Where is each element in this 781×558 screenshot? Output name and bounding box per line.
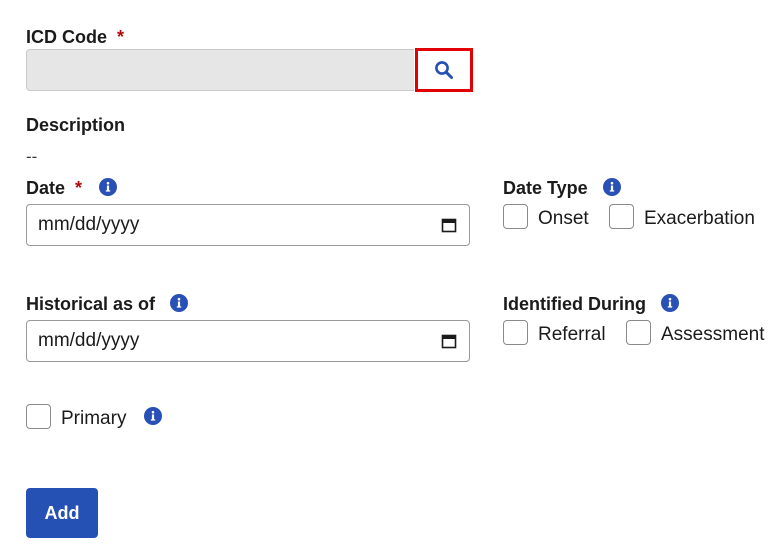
required-marker: * — [75, 178, 83, 198]
calendar-icon[interactable] — [441, 333, 457, 349]
exacerbation-label: Exacerbation — [644, 208, 755, 229]
onset-label: Onset — [538, 208, 589, 229]
required-marker: * — [117, 27, 125, 47]
exacerbation-checkbox[interactable] — [609, 204, 634, 229]
onset-checkbox[interactable] — [503, 204, 528, 229]
date-placeholder: mm/dd/yyyy — [38, 214, 140, 235]
referral-label: Referral — [538, 324, 606, 345]
search-icon — [435, 61, 453, 79]
assessment-checkbox[interactable] — [626, 320, 651, 345]
description-value: -- — [26, 147, 38, 166]
info-icon[interactable] — [144, 407, 162, 425]
identified-during-label: Identified During — [503, 294, 680, 315]
info-icon[interactable] — [99, 178, 118, 197]
primary-label: Primary — [61, 408, 127, 429]
historical-label: Historical as of — [26, 294, 189, 315]
identified-during-label-text: Identified During — [503, 294, 646, 314]
date-type-label: Date Type — [503, 178, 621, 199]
calendar-icon[interactable] — [441, 217, 457, 233]
info-icon[interactable] — [170, 294, 189, 313]
referral-checkbox[interactable] — [503, 320, 528, 345]
historical-date-input[interactable]: mm/dd/yyyy — [26, 320, 470, 362]
date-input[interactable]: mm/dd/yyyy — [26, 204, 470, 246]
icd-search-button[interactable] — [415, 48, 473, 92]
icd-code-label-text: ICD Code — [26, 27, 107, 47]
historical-label-text: Historical as of — [26, 294, 156, 314]
assessment-label: Assessment — [661, 324, 765, 345]
info-icon[interactable] — [602, 178, 621, 197]
icd-code-input[interactable] — [26, 49, 414, 91]
historical-placeholder: mm/dd/yyyy — [38, 330, 140, 351]
date-label: Date * — [26, 178, 118, 199]
add-button[interactable]: Add — [26, 488, 98, 538]
date-label-text: Date — [26, 178, 66, 198]
info-icon[interactable] — [661, 294, 680, 313]
icd-code-label: ICD Code * — [26, 27, 124, 48]
date-type-label-text: Date Type — [503, 178, 588, 198]
primary-checkbox[interactable] — [26, 404, 51, 429]
description-label: Description — [26, 115, 126, 135]
